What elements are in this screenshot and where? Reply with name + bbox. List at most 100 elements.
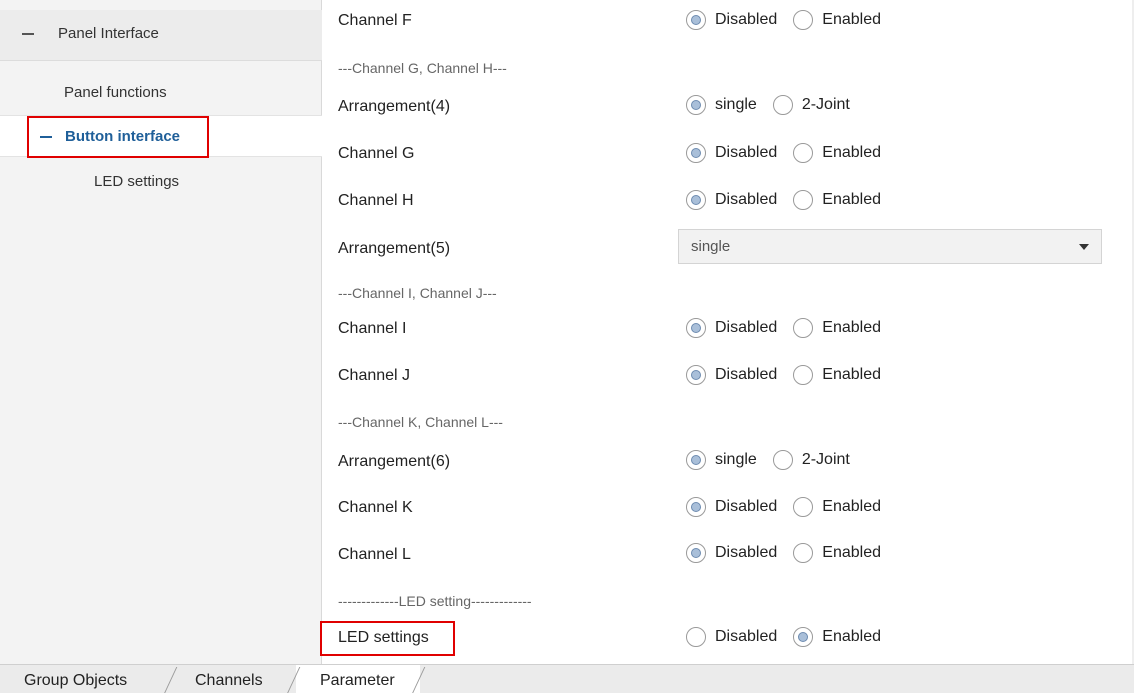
radio-label: Disabled <box>715 319 778 336</box>
radio-label: Enabled <box>822 498 881 515</box>
radio-label: 2-Joint <box>801 451 850 468</box>
radio-option[interactable]: Enabled <box>793 497 881 517</box>
radio-label: Enabled <box>822 11 881 28</box>
radio-group-channel-h: Disabled Enabled <box>686 190 897 210</box>
radio-option[interactable]: Enabled <box>793 318 881 338</box>
section-separator: ---Channel I, Channel J--- <box>338 285 497 301</box>
radio-group-channel-f: Disabled Enabled <box>686 10 897 30</box>
radio-label: Enabled <box>822 366 881 383</box>
radio-icon[interactable] <box>793 318 814 338</box>
tree-item-panel-functions[interactable]: Panel functions <box>64 84 167 101</box>
radio-icon[interactable] <box>793 143 814 163</box>
param-label: Channel F <box>338 12 412 29</box>
radio-option[interactable]: 2-Joint <box>772 95 850 115</box>
radio-selected-icon[interactable] <box>686 318 706 338</box>
radio-label: Disabled <box>715 366 778 383</box>
radio-group-channel-j: Disabled Enabled <box>686 365 897 385</box>
radio-label: single <box>715 96 757 113</box>
tree-item-led-settings[interactable]: LED settings <box>94 173 179 190</box>
arrangement-5-select[interactable]: single <box>678 229 1102 264</box>
radio-option[interactable]: single <box>686 95 757 115</box>
radio-group-channel-l: Disabled Enabled <box>686 543 897 563</box>
radio-option[interactable]: Enabled <box>793 190 881 210</box>
radio-selected-icon[interactable] <box>686 143 706 163</box>
param-label: Arrangement(6) <box>338 453 451 470</box>
tree-node-label: Panel Interface <box>58 25 159 42</box>
radio-label: Disabled <box>715 628 778 645</box>
radio-option[interactable]: Disabled <box>686 318 777 338</box>
tab-group-objects[interactable]: Group Objects <box>24 672 127 690</box>
radio-label: Enabled <box>822 191 881 208</box>
radio-icon[interactable] <box>793 190 814 210</box>
radio-icon[interactable] <box>686 627 706 647</box>
radio-icon[interactable] <box>772 450 793 470</box>
radio-label: Disabled <box>715 544 778 561</box>
tab-parameter[interactable]: Parameter <box>320 672 395 690</box>
radio-option[interactable]: Disabled <box>686 10 777 30</box>
radio-option[interactable]: Disabled <box>686 365 777 385</box>
radio-selected-icon[interactable] <box>686 95 706 115</box>
radio-label: Disabled <box>715 144 778 161</box>
radio-option[interactable]: 2-Joint <box>772 450 850 470</box>
param-label: Channel K <box>338 499 413 516</box>
radio-icon[interactable] <box>793 543 814 563</box>
param-label: Channel G <box>338 145 415 162</box>
radio-selected-icon[interactable] <box>686 497 706 517</box>
radio-label: 2-Joint <box>801 96 850 113</box>
param-label: Channel I <box>338 320 407 337</box>
radio-label: Disabled <box>715 191 778 208</box>
radio-group-led-settings: Disabled Enabled <box>686 627 897 647</box>
radio-selected-icon[interactable] <box>686 10 706 30</box>
chevron-down-icon[interactable] <box>1079 244 1089 250</box>
radio-selected-icon[interactable] <box>686 543 706 563</box>
radio-group-arrangement-6: single 2-Joint <box>686 450 866 470</box>
radio-option[interactable]: Enabled <box>793 627 881 647</box>
tree-node-panel-interface[interactable]: Panel Interface <box>0 10 322 61</box>
parameter-panel: Channel F Disabled Enabled ---Channel G,… <box>320 0 1134 664</box>
radio-label: Disabled <box>715 11 778 28</box>
section-separator: -------------LED setting------------- <box>338 593 532 609</box>
radio-icon[interactable] <box>772 95 793 115</box>
param-label: Arrangement(5) <box>338 240 451 257</box>
param-label: Channel L <box>338 546 411 563</box>
radio-option[interactable]: Disabled <box>686 627 777 647</box>
radio-label: Disabled <box>715 498 778 515</box>
param-label: Channel H <box>338 192 414 209</box>
radio-option[interactable]: Enabled <box>793 10 881 30</box>
highlight-box <box>27 116 209 158</box>
tab-channels[interactable]: Channels <box>195 672 263 690</box>
radio-icon[interactable] <box>793 10 814 30</box>
radio-selected-icon[interactable] <box>686 450 706 470</box>
radio-group-channel-g: Disabled Enabled <box>686 143 897 163</box>
radio-label: Enabled <box>822 544 881 561</box>
radio-option[interactable]: Disabled <box>686 190 777 210</box>
radio-selected-icon[interactable] <box>686 365 706 385</box>
highlight-box <box>320 621 455 656</box>
radio-option[interactable]: Enabled <box>793 143 881 163</box>
radio-group-channel-i: Disabled Enabled <box>686 318 897 338</box>
param-label: Channel J <box>338 367 411 384</box>
bottom-tab-bar: Group Objects Channels Parameter <box>0 664 1134 693</box>
radio-option[interactable]: Disabled <box>686 497 777 517</box>
tree-item-label: LED settings <box>94 173 180 190</box>
radio-option[interactable]: Enabled <box>793 365 881 385</box>
section-separator: ---Channel G, Channel H--- <box>338 60 507 76</box>
select-value: single <box>691 238 731 255</box>
radio-group-channel-k: Disabled Enabled <box>686 497 897 517</box>
parameter-tree: Panel Interface Panel functions Button i… <box>0 0 322 664</box>
radio-icon[interactable] <box>793 497 814 517</box>
radio-group-arrangement-4: single 2-Joint <box>686 95 866 115</box>
radio-selected-icon[interactable] <box>686 190 706 210</box>
tab-divider <box>163 667 178 693</box>
radio-option[interactable]: Disabled <box>686 143 777 163</box>
tree-item-label: Panel functions <box>64 84 167 101</box>
radio-label: Enabled <box>822 628 881 645</box>
radio-option[interactable]: Disabled <box>686 543 777 563</box>
radio-label: single <box>715 451 757 468</box>
radio-icon[interactable] <box>793 365 814 385</box>
radio-option[interactable]: single <box>686 450 757 470</box>
collapse-icon[interactable] <box>22 33 34 35</box>
param-label: Arrangement(4) <box>338 98 451 115</box>
radio-option[interactable]: Enabled <box>793 543 881 563</box>
radio-selected-icon[interactable] <box>793 627 814 647</box>
